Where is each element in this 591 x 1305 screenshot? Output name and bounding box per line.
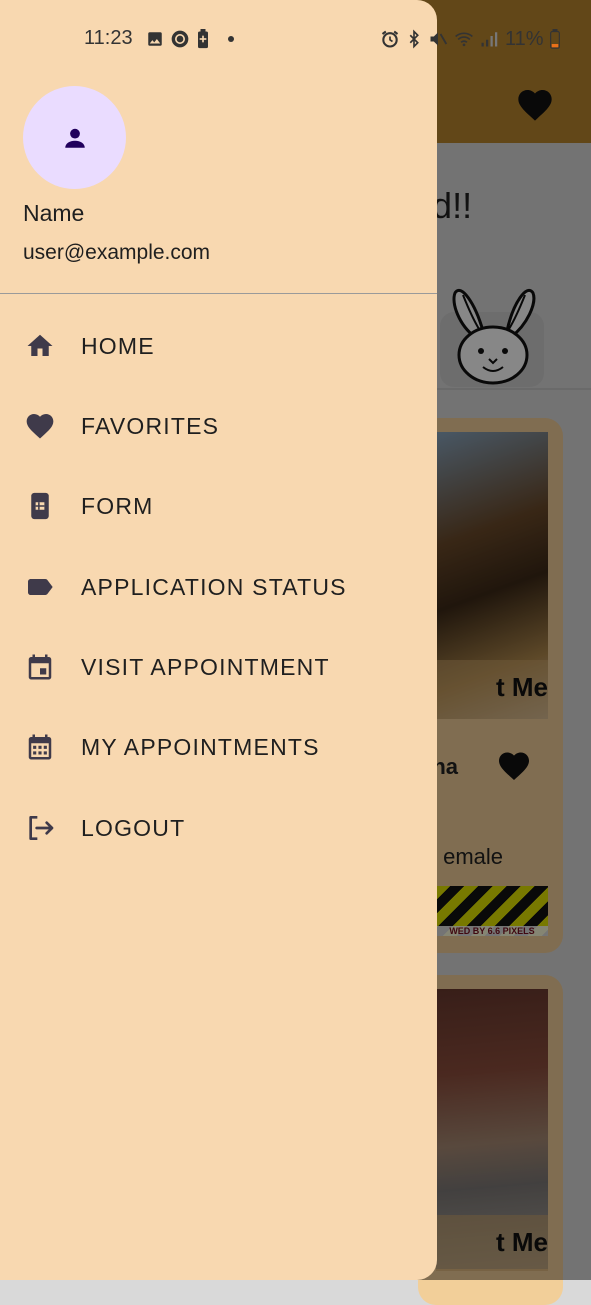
status-time: 11:23 — [84, 27, 133, 49]
calendar-icon — [24, 651, 56, 683]
alarm-icon — [381, 30, 399, 48]
menu-item-label: APPLICATION STATUS — [81, 573, 347, 600]
calendar-month-icon — [24, 731, 56, 763]
bluetooth-icon — [409, 29, 419, 49]
menu-item-my-appointments[interactable]: MY APPOINTMENTS — [0, 717, 437, 777]
menu-item-label: FORM — [81, 492, 154, 519]
form-icon — [24, 490, 56, 522]
user-name: Name — [23, 200, 85, 226]
signal-icon — [481, 32, 498, 47]
vpn-icon — [171, 30, 189, 48]
heart-icon — [24, 410, 56, 442]
battery-icon — [549, 29, 560, 49]
battery-percentage: 11% — [505, 27, 544, 50]
avatar[interactable] — [23, 86, 126, 189]
label-icon — [24, 571, 56, 603]
menu-item-home[interactable]: HOME — [0, 316, 437, 376]
drawer-divider — [0, 293, 437, 294]
menu-item-label: MY APPOINTMENTS — [81, 733, 320, 760]
menu-item-favorites[interactable]: FAVORITES — [0, 396, 437, 456]
person-icon — [64, 128, 85, 148]
status-icons-left — [146, 29, 240, 49]
menu-item-logout[interactable]: LOGOUT — [0, 798, 437, 858]
navigation-drawer: 11:23 11% Name user@example.com HOME FAV… — [0, 0, 560, 1280]
menu-item-label: VISIT APPOINTMENT — [81, 653, 330, 680]
logout-icon — [24, 812, 56, 844]
battery-saver-icon — [198, 29, 208, 49]
dot-icon — [228, 36, 234, 42]
menu-item-form[interactable]: FORM — [0, 476, 437, 536]
user-email: user@example.com — [23, 241, 211, 264]
status-icons-right: 11% — [380, 27, 561, 51]
image-icon — [148, 32, 162, 46]
menu-item-visit-appointment[interactable]: VISIT APPOINTMENT — [0, 637, 437, 697]
menu-item-label: LOGOUT — [81, 814, 186, 841]
menu-item-label: HOME — [81, 332, 155, 359]
menu-item-application-status[interactable]: APPLICATION STATUS — [0, 557, 437, 617]
wifi-icon — [455, 32, 473, 47]
home-icon — [24, 330, 56, 362]
mute-icon — [430, 32, 448, 46]
menu-item-label: FAVORITES — [81, 412, 220, 439]
